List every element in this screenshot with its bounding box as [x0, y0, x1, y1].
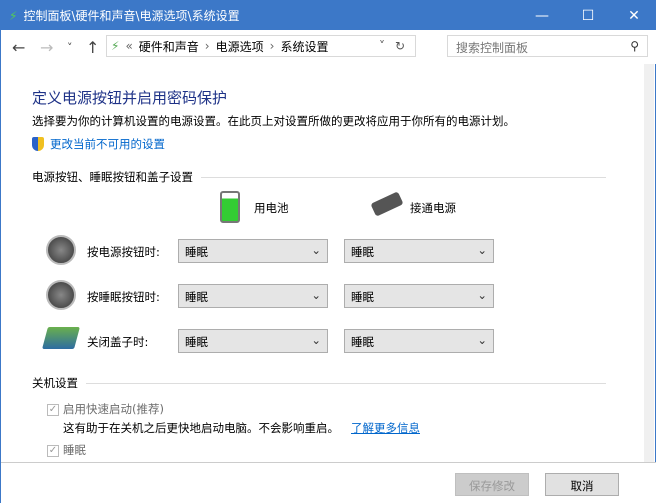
address-dropdown-button[interactable]: ˅	[379, 39, 385, 53]
power-button-ac-select[interactable]: 睡眠 ⌄	[344, 239, 494, 263]
selected-value: 睡眠	[185, 245, 208, 259]
minimize-button[interactable]: —	[519, 1, 565, 30]
cancel-button[interactable]: 取消	[545, 473, 619, 496]
page-description: 选择要为你的计算机设置的电源设置。在此页上对设置所做的更改将应用于你所有的电源计…	[32, 114, 515, 128]
close-button[interactable]: ✕	[611, 1, 656, 30]
refresh-button[interactable]: ↻	[395, 39, 405, 53]
search-icon[interactable]: ⚲	[630, 39, 639, 53]
breadcrumb-system-settings[interactable]: 系统设置	[280, 38, 328, 55]
page-title: 定义电源按钮并启用密码保护	[32, 89, 228, 107]
fast-startup-label: 启用快速启动(推荐)	[63, 402, 164, 416]
window-title: 控制面板\硬件和声音\电源选项\系统设置	[23, 9, 240, 23]
fast-startup-checkbox[interactable]: ✓	[47, 404, 59, 416]
title-bar: ⚡ 控制面板\硬件和声音\电源选项\系统设置 — ☐ ✕	[1, 1, 656, 30]
search-input[interactable]: 搜索控制面板 ⚲	[447, 35, 648, 57]
power-options-icon: ⚡	[9, 8, 18, 23]
address-bar[interactable]: ⚡ « 硬件和声音 › 电源选项 › 系统设置 ˅ ↻	[106, 35, 416, 57]
chevron-down-icon: ⌄	[477, 333, 487, 347]
lid-close-ac-select[interactable]: 睡眠 ⌄	[344, 329, 494, 353]
power-options-icon: ⚡	[111, 39, 120, 53]
vertical-scrollbar[interactable]	[644, 64, 654, 462]
selected-value: 睡眠	[351, 290, 374, 304]
divider	[201, 176, 606, 178]
section-title: 关机设置	[32, 376, 78, 390]
power-button-battery-select[interactable]: 睡眠 ⌄	[178, 239, 328, 263]
sleep-button-ac-select[interactable]: 睡眠 ⌄	[344, 284, 494, 308]
sleep-button-label: 按睡眠按钮时:	[87, 290, 160, 304]
lid-close-battery-select[interactable]: 睡眠 ⌄	[178, 329, 328, 353]
chevron-down-icon: ⌄	[311, 243, 321, 257]
power-button-icon	[46, 235, 76, 265]
window: ⚡ 控制面板\硬件和声音\电源选项\系统设置 — ☐ ✕ ← → ˅ ↑ ⚡ «…	[0, 0, 656, 504]
selected-value: 睡眠	[185, 335, 208, 349]
change-unavailable-settings-link[interactable]: 更改当前不可用的设置	[50, 136, 165, 152]
learn-more-link[interactable]: 了解更多信息	[351, 420, 420, 436]
battery-column-label: 用电池	[254, 201, 289, 215]
save-changes-button[interactable]: 保存修改	[455, 473, 529, 496]
power-button-label: 按电源按钮时:	[87, 245, 160, 259]
breadcrumb-hardware-sound[interactable]: 硬件和声音	[139, 38, 199, 55]
selected-value: 睡眠	[351, 245, 374, 259]
search-placeholder: 搜索控制面板	[456, 41, 529, 55]
battery-icon	[220, 191, 240, 223]
sleep-button-icon	[46, 280, 76, 310]
back-button[interactable]: ←	[12, 38, 25, 57]
chevron-down-icon: ⌄	[477, 288, 487, 302]
breadcrumb-overflow[interactable]: «	[125, 39, 132, 53]
laptop-lid-icon	[42, 327, 80, 349]
breadcrumb-power-options[interactable]: 电源选项	[216, 38, 264, 55]
shield-icon	[32, 137, 44, 151]
section-title: 电源按钮、睡眠按钮和盖子设置	[32, 170, 193, 184]
lid-close-label: 关闭盖子时:	[87, 335, 149, 349]
forward-button[interactable]: →	[40, 38, 53, 57]
sleep-checkbox[interactable]: ✓	[47, 445, 59, 457]
up-button[interactable]: ↑	[86, 38, 99, 57]
ac-column-label: 接通电源	[410, 201, 456, 215]
selected-value: 睡眠	[351, 335, 374, 349]
divider	[86, 382, 606, 384]
chevron-down-icon: ⌄	[311, 333, 321, 347]
chevron-down-icon: ⌄	[477, 243, 487, 257]
chevron-down-icon: ⌄	[311, 288, 321, 302]
fast-startup-description: 这有助于在关机之后更快地启动电脑。不会影响重启。	[63, 421, 339, 435]
section-header-buttons: 电源按钮、睡眠按钮和盖子设置	[32, 169, 606, 185]
sleep-label: 睡眠	[63, 443, 86, 457]
maximize-button[interactable]: ☐	[565, 1, 611, 30]
recent-locations-button[interactable]: ˅	[67, 41, 73, 54]
breadcrumb-separator[interactable]: ›	[270, 39, 275, 53]
breadcrumb-separator[interactable]: ›	[205, 39, 210, 53]
section-header-shutdown: 关机设置	[32, 375, 606, 391]
sleep-button-battery-select[interactable]: 睡眠 ⌄	[178, 284, 328, 308]
selected-value: 睡眠	[185, 290, 208, 304]
